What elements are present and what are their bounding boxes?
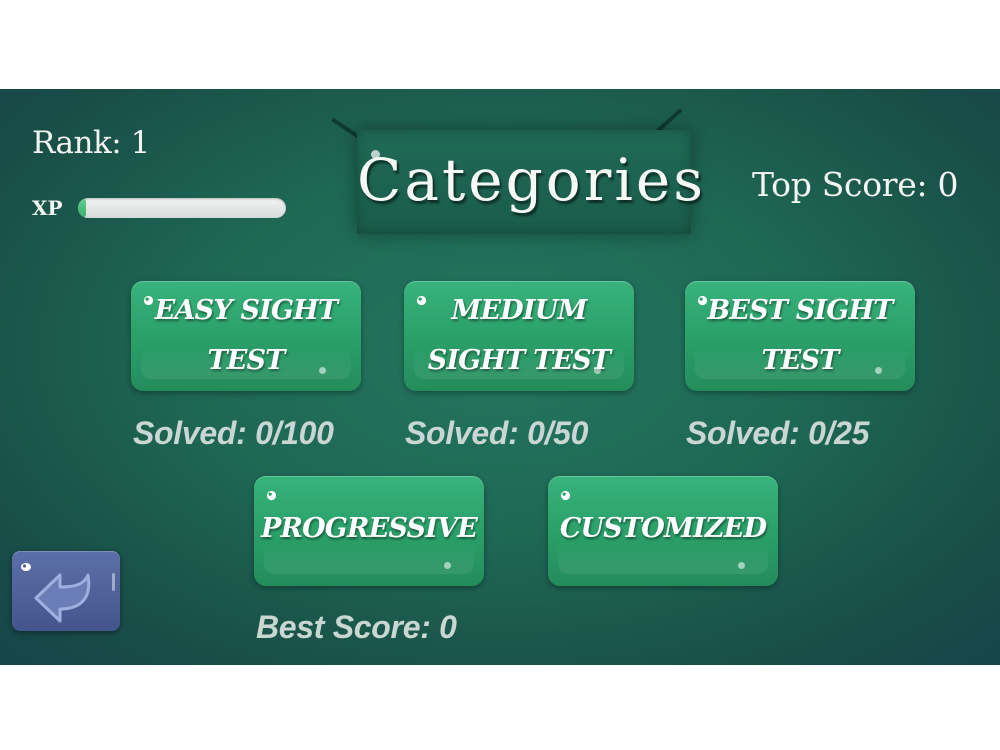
button-label-line1: BEST SIGHT <box>707 295 893 326</box>
title-sign: Categories <box>357 130 706 234</box>
best-solved-count: Solved: 0/25 <box>686 415 870 451</box>
progressive-button[interactable]: PROGRESSIVE <box>254 476 484 586</box>
medium-sight-test-button[interactable]: MEDIUM SIGHT TEST <box>404 281 634 391</box>
easy-sight-test-button[interactable]: EASY SIGHT TEST <box>131 281 361 391</box>
button-label: CUSTOMIZED <box>559 513 767 544</box>
button-label-line1: MEDIUM <box>451 295 587 326</box>
best-sight-test-button[interactable]: BEST SIGHT TEST <box>685 281 915 391</box>
top-score-label: Top Score: 0 <box>752 165 959 204</box>
gloss-icon <box>266 490 277 501</box>
button-label-line2: SIGHT TEST <box>427 345 611 376</box>
button-label-line1: EASY SIGHT <box>154 295 338 326</box>
customized-button[interactable]: CUSTOMIZED <box>548 476 778 586</box>
xp-progress-fill <box>78 198 87 218</box>
xp-progress-bar <box>78 198 286 218</box>
gloss-icon <box>560 490 571 501</box>
progressive-best-score: Best Score: 0 <box>256 609 457 645</box>
button-label-line2: TEST <box>207 345 285 376</box>
back-button[interactable] <box>12 551 120 631</box>
gloss-dot <box>875 367 882 374</box>
xp-label: XP <box>32 196 63 220</box>
medium-solved-count: Solved: 0/50 <box>405 415 589 451</box>
game-screen: Rank: 1 XP Top Score: 0 Categories EASY … <box>0 89 1000 665</box>
gloss-dot <box>319 367 326 374</box>
button-label-line2: TEST <box>761 345 839 376</box>
easy-solved-count: Solved: 0/100 <box>133 415 334 451</box>
gloss-dot <box>738 562 745 569</box>
gloss-dot <box>594 367 601 374</box>
button-label: PROGRESSIVE <box>260 513 478 544</box>
back-arrow-icon <box>21 563 115 623</box>
rank-label: Rank: 1 <box>32 125 150 161</box>
page-title: Categories <box>357 146 706 214</box>
gloss-dot <box>444 562 451 569</box>
